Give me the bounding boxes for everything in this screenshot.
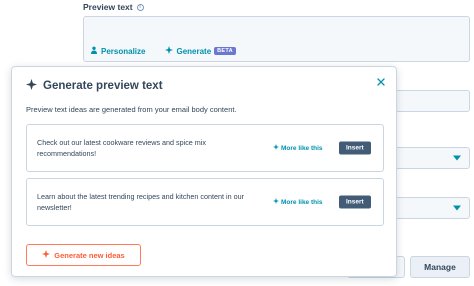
modal-header: Generate preview text <box>26 79 163 93</box>
sparkle-icon <box>273 144 279 152</box>
preview-text-toolbar: Personalize Generate BETA <box>90 46 236 56</box>
more-like-this-label: More like this <box>281 144 323 152</box>
more-like-this-button[interactable]: More like this <box>273 198 323 206</box>
insert-button[interactable]: Insert <box>339 195 371 209</box>
idea-card: Learn about the latest trending recipes … <box>26 178 384 226</box>
person-icon <box>90 46 98 56</box>
more-like-this-button[interactable]: More like this <box>273 144 323 152</box>
idea-card: Check out our latest cookware reviews an… <box>26 124 384 172</box>
insert-button[interactable]: Insert <box>339 141 371 155</box>
generate-new-ideas-label: Generate new ideas <box>54 250 125 260</box>
chevron-down-icon <box>453 155 461 161</box>
idea-text: Check out our latest cookware reviews an… <box>37 138 206 158</box>
beta-badge: BETA <box>214 47 236 55</box>
idea-text: Learn about the latest trending recipes … <box>37 192 244 212</box>
close-icon[interactable] <box>377 78 385 89</box>
background-input-1[interactable] <box>394 90 470 112</box>
sparkle-icon <box>273 198 279 206</box>
generate-preview-modal: Generate preview text Preview text ideas… <box>11 66 397 277</box>
sparkle-icon <box>42 250 51 260</box>
preview-text-label: Preview text i <box>83 2 144 12</box>
modal-description: Preview text ideas are generated from yo… <box>26 105 237 114</box>
page: Preview text i Personalize Generate BETA… <box>0 0 474 286</box>
chevron-down-icon <box>453 205 461 211</box>
generate-label: Generate <box>176 46 212 56</box>
manage-label: Manage <box>424 262 456 272</box>
sparkle-icon <box>26 79 37 93</box>
manage-button[interactable]: Manage <box>410 256 470 278</box>
preview-text-label-text: Preview text <box>83 2 133 12</box>
background-select-2[interactable] <box>394 197 470 219</box>
sparkle-icon <box>165 46 174 56</box>
generate-new-ideas-button[interactable]: Generate new ideas <box>26 244 141 266</box>
personalize-label: Personalize <box>101 46 146 56</box>
background-select-1[interactable] <box>394 147 470 169</box>
more-like-this-label: More like this <box>281 198 323 206</box>
modal-title: Generate preview text <box>43 80 163 92</box>
info-icon[interactable]: i <box>136 3 144 11</box>
generate-button[interactable]: Generate BETA <box>165 46 236 56</box>
personalize-button[interactable]: Personalize <box>90 46 145 56</box>
